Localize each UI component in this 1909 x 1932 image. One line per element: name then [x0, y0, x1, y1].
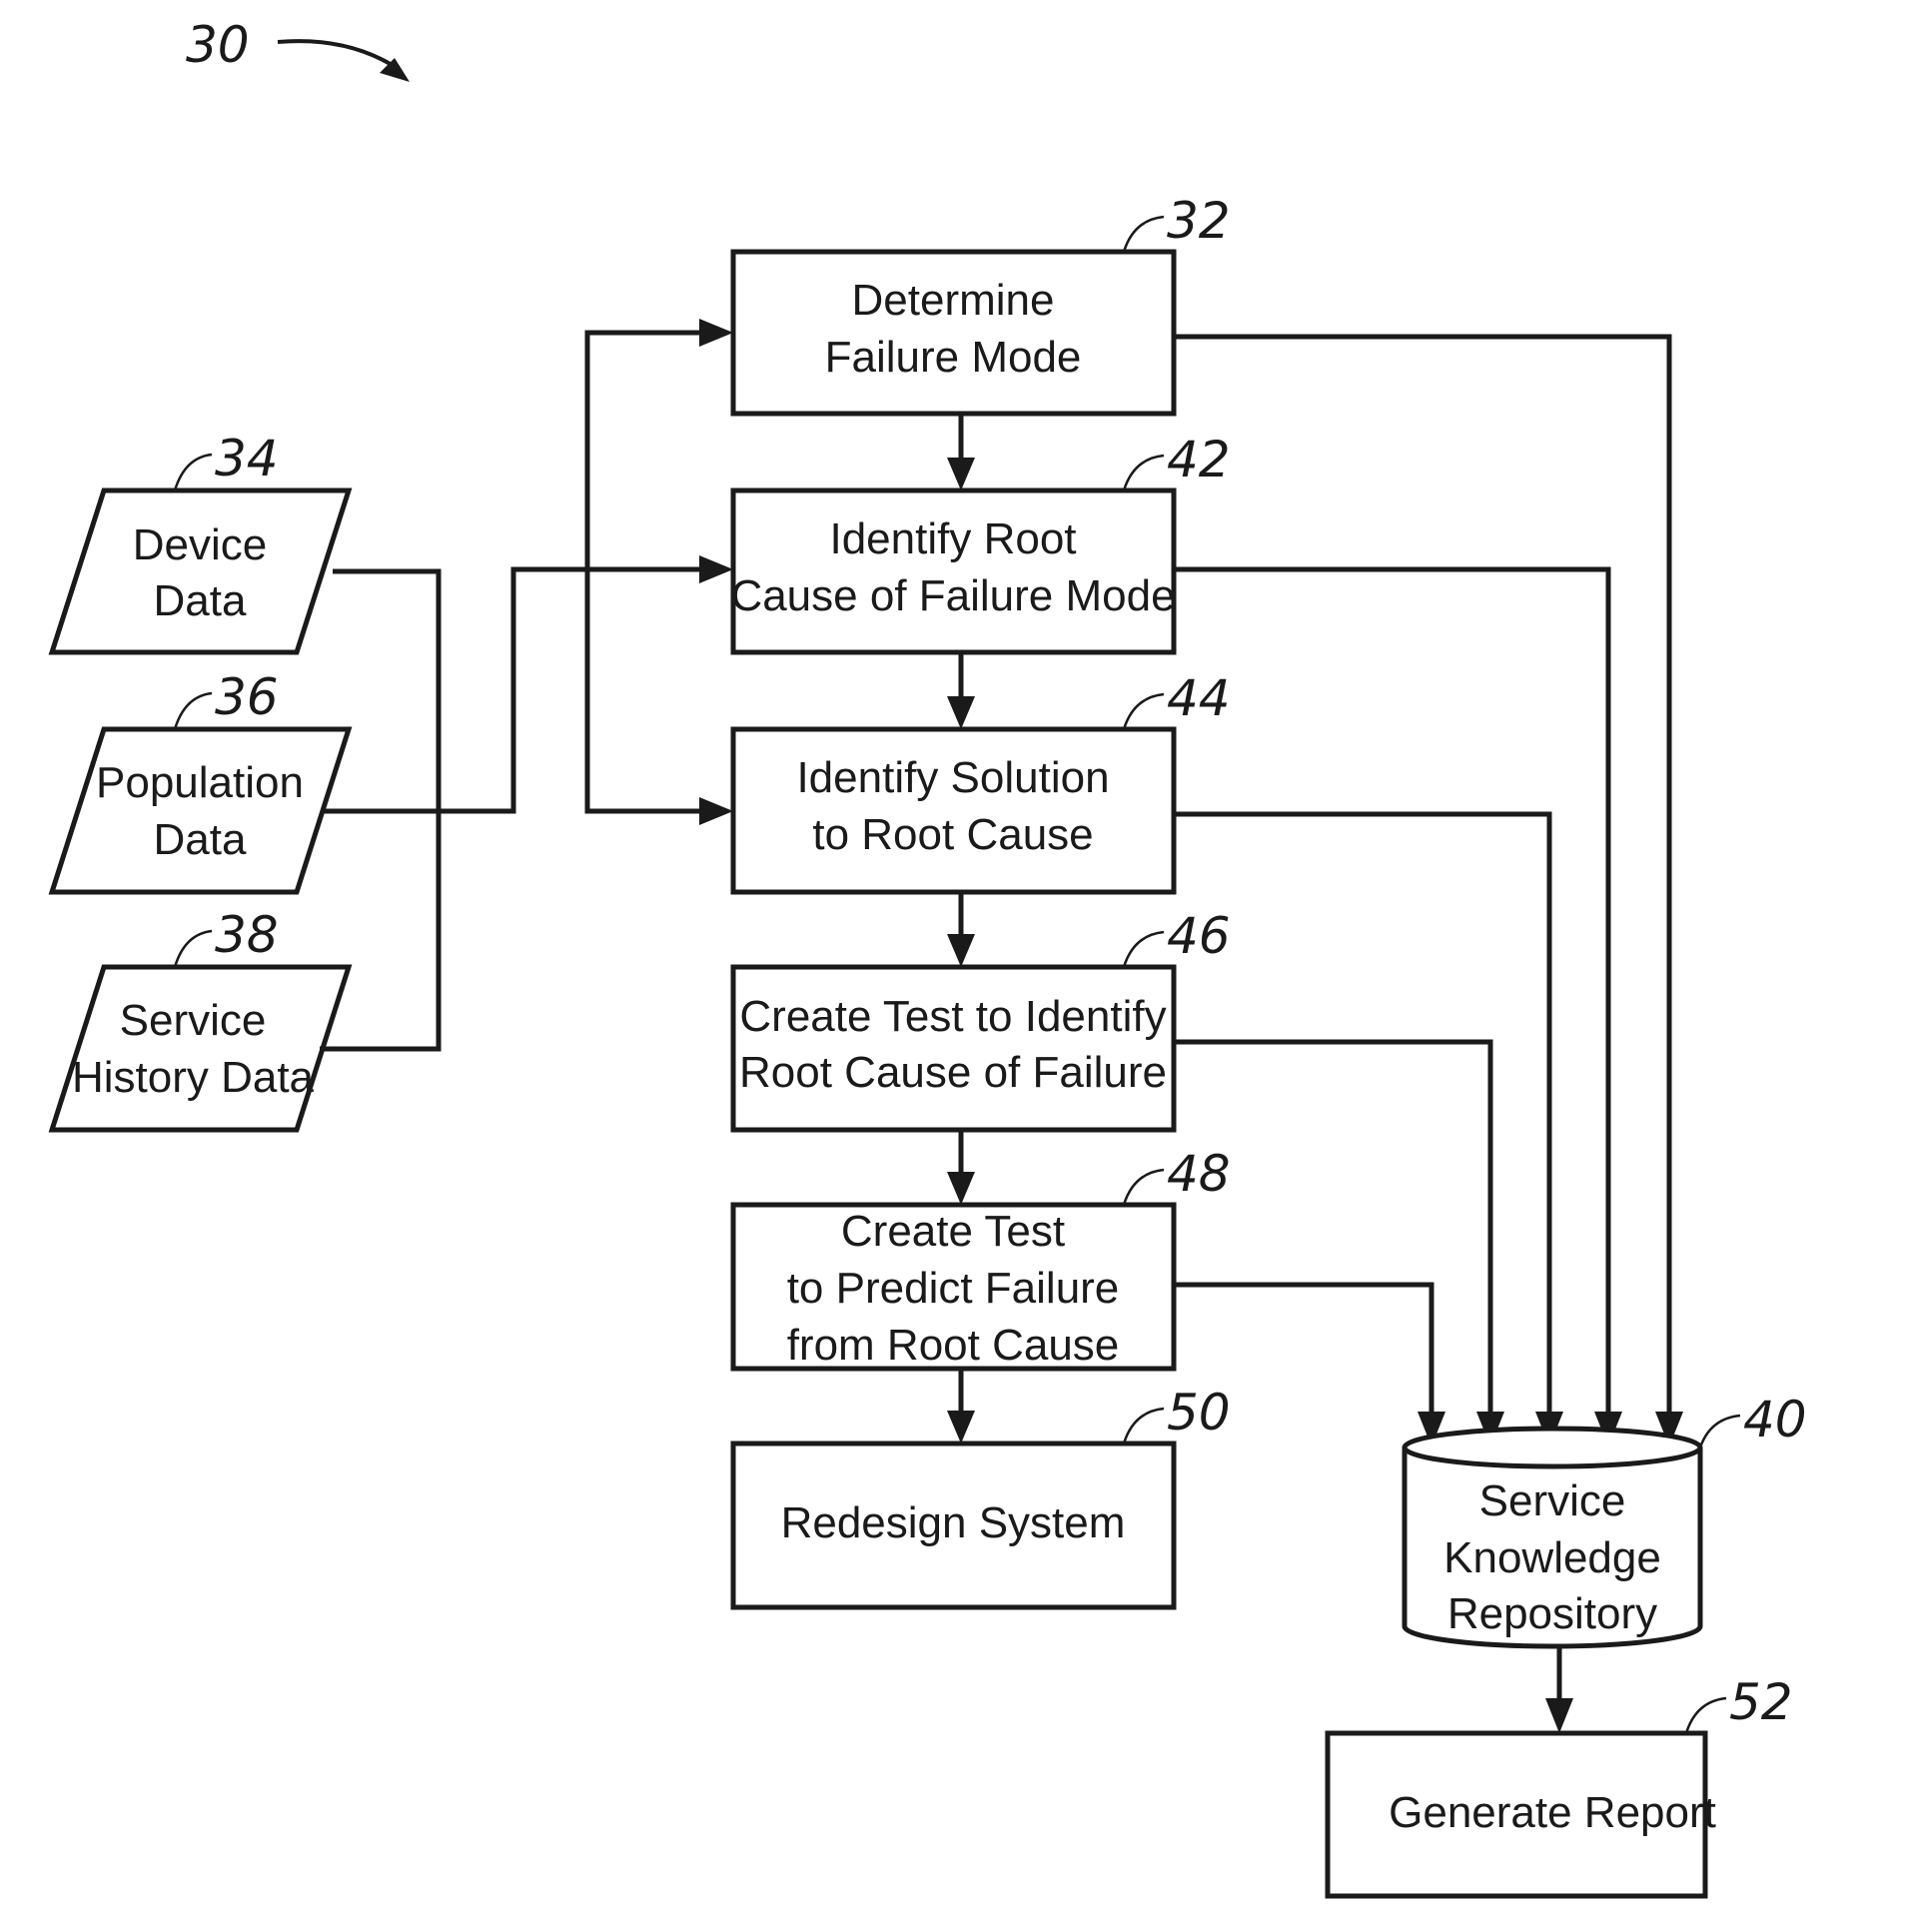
node-label-line: Identify Root — [829, 514, 1076, 563]
node-ref-number: 46 — [1167, 907, 1231, 965]
ref-leader — [1122, 454, 1165, 491]
node-create-test-identify[interactable]: Create Test to Identify Root Cause of Fa… — [730, 964, 1177, 1133]
ref-leader — [173, 453, 213, 491]
node-ref-number: 48 — [1167, 1145, 1231, 1203]
figure-ref-label: 30 — [186, 16, 250, 74]
node-label-line: Redesign System — [781, 1498, 1126, 1547]
node-identify-solution[interactable]: Identify Solution to Root Cause — [730, 726, 1177, 895]
node-label-line: Cause of Failure Mode — [730, 571, 1175, 620]
arrowhead — [699, 555, 733, 583]
ref-leader — [1122, 692, 1165, 730]
node-label-line: Create Test to Identify — [739, 992, 1166, 1041]
node-label-line: Data — [154, 815, 247, 864]
node-label-line: Generate Report — [1389, 1788, 1716, 1837]
node-create-test-predict[interactable]: Create Test to Predict Failure from Root… — [730, 1202, 1177, 1372]
node-ref-number: 44 — [1167, 669, 1231, 727]
node-device-data[interactable]: Device Data — [48, 487, 353, 655]
node-service-history-data[interactable]: Service History Data — [48, 964, 353, 1133]
connector-32-to-40 — [1174, 334, 1672, 1414]
node-ref-number: 50 — [1167, 1384, 1231, 1442]
arrowhead — [947, 1411, 975, 1444]
ref-leader — [173, 691, 213, 730]
node-label-line: Repository — [1447, 1589, 1657, 1638]
node-label-line: Identify Solution — [796, 753, 1109, 802]
ref-leader — [1122, 215, 1165, 253]
node-label-line: Create Test — [841, 1207, 1065, 1256]
node-ref-number: 32 — [1167, 192, 1231, 250]
node-identify-root-cause[interactable]: Identify Root Cause of Failure Mode — [730, 487, 1177, 655]
node-ref-number: 34 — [215, 430, 279, 487]
node-ref-number: 40 — [1743, 1391, 1807, 1449]
connector-46-to-40 — [1174, 1039, 1493, 1414]
node-label-line: to Root Cause — [812, 810, 1093, 859]
arrowhead — [947, 458, 975, 490]
parallelogram-shape — [48, 487, 353, 655]
ref-leader — [173, 929, 213, 968]
node-ref-number: 38 — [215, 906, 279, 964]
node-label-line: History Data — [72, 1053, 315, 1102]
node-ref-number: 36 — [215, 668, 279, 726]
node-label-line: Service — [120, 996, 267, 1045]
node-label-line: Determine — [852, 276, 1055, 325]
arrowhead — [947, 1172, 975, 1205]
node-service-knowledge-repository[interactable]: Service Knowledge Repository — [1402, 1426, 1703, 1649]
arrowhead — [947, 934, 975, 967]
input-to-root-cause-line — [323, 566, 704, 814]
ref-leader — [1122, 930, 1165, 968]
arrowhead — [1545, 1698, 1573, 1733]
repository-connectors — [1174, 334, 1683, 1447]
ref-leader — [1122, 1168, 1165, 1206]
node-label-line: Knowledge — [1443, 1533, 1661, 1582]
node-generate-report[interactable]: Generate Report — [1325, 1730, 1716, 1899]
node-redesign-system[interactable]: Redesign System — [730, 1441, 1177, 1610]
node-determine-failure-mode[interactable]: Determine Failure Mode — [730, 249, 1177, 417]
node-label-line: to Predict Failure — [787, 1264, 1120, 1313]
node-label-line: Failure Mode — [825, 333, 1082, 382]
node-label-line: Population — [96, 758, 304, 807]
ref-leader — [1684, 1696, 1727, 1734]
arrowhead — [699, 797, 733, 825]
ref-leader — [1698, 1414, 1741, 1449]
node-ref-number: 52 — [1729, 1673, 1793, 1731]
figure-ref-arrow-line — [277, 39, 402, 72]
flowchart-canvas: 30 Device Data 34 Population Data 36 Ser… — [48, 16, 1807, 1899]
connector-44-to-40 — [1174, 811, 1552, 1414]
arrowhead — [947, 696, 975, 729]
node-label-line: Device — [133, 520, 268, 569]
node-label-line: Data — [154, 576, 247, 625]
arrowhead — [699, 319, 733, 347]
database-top — [1402, 1426, 1703, 1469]
parallelogram-shape — [48, 964, 353, 1133]
node-label-line: Root Cause of Failure — [739, 1048, 1167, 1097]
node-ref-number: 42 — [1167, 431, 1231, 488]
node-population-data[interactable]: Population Data — [48, 726, 353, 895]
ref-leader — [1122, 1407, 1165, 1445]
node-label-line: Service — [1479, 1476, 1626, 1525]
node-label-line: from Root Cause — [787, 1321, 1120, 1370]
parallelogram-shape — [48, 726, 353, 895]
